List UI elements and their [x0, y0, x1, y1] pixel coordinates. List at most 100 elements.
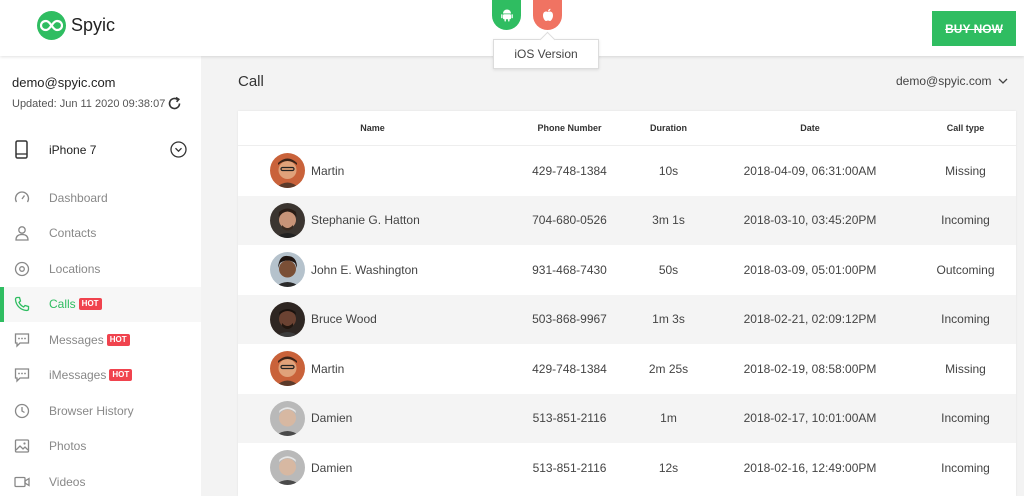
sidebar-item-dashboard[interactable]: Dashboard: [0, 180, 201, 216]
apple-icon: [542, 8, 553, 21]
clock-icon: [13, 402, 31, 420]
device-name: iPhone 7: [49, 143, 97, 157]
avatar: [270, 252, 305, 288]
phone-number: 513-851-2116: [532, 411, 607, 426]
avatar: [270, 351, 305, 387]
call-type: Incoming: [941, 312, 990, 327]
date: 2018-02-17, 10:01:00AM: [743, 411, 877, 426]
hot-badge: HOT: [106, 333, 130, 346]
sidebar-item-label: Calls: [49, 297, 76, 312]
column-header-name[interactable]: Name: [238, 123, 507, 133]
android-icon: [500, 9, 513, 21]
sidebar-item-label: Browser History: [49, 403, 134, 418]
column-header-call-type[interactable]: Call type: [915, 123, 1016, 133]
spyic-logo-icon: [37, 11, 66, 40]
duration: 12s: [658, 460, 679, 475]
phone-number: 513-851-2116: [532, 460, 607, 475]
call-type: Incoming: [941, 213, 990, 228]
sidebar-item-calls[interactable]: Calls HOT: [0, 286, 201, 322]
column-header-phone[interactable]: Phone Number: [507, 123, 632, 133]
date: 2018-04-09, 06:31:00AM: [743, 163, 877, 178]
sidebar-item-label: Videos: [49, 474, 86, 489]
dashboard-icon: [13, 189, 31, 207]
table-row[interactable]: Martin 429-748-1384 10s 2018-04-09, 06:3…: [238, 146, 1016, 196]
date: 2018-02-21, 02:09:12PM: [743, 312, 877, 327]
sidebar-item-contacts[interactable]: Contacts: [0, 216, 201, 252]
app-name: Spyic: [71, 15, 116, 35]
sidebar-item-label: Locations: [49, 261, 101, 276]
contact-name: John E. Washington: [311, 262, 418, 277]
name-cell: Damien: [238, 450, 507, 486]
duration: 1m 3s: [652, 312, 685, 327]
sidebar-item-locations[interactable]: Locations: [0, 251, 201, 287]
date: 2018-02-19, 08:58:00PM: [743, 361, 877, 376]
refresh-icon[interactable]: [167, 96, 182, 111]
sidebar-item-browser-history[interactable]: Browser History: [0, 393, 201, 429]
duration: 10s: [658, 163, 679, 178]
call-type: Missing: [945, 163, 986, 178]
sidebar-item-imessages[interactable]: iMessages HOT: [0, 358, 201, 394]
table-row[interactable]: Stephanie G. Hatton 704-680-0526 3m 1s 2…: [238, 195, 1016, 245]
account-email: demo@spyic.com: [12, 75, 116, 90]
name-cell: Bruce Wood: [238, 301, 507, 337]
phone-number: 704-680-0526: [532, 213, 607, 228]
phone-icon: [13, 295, 31, 313]
chevron-down-icon[interactable]: [170, 141, 187, 158]
avatar: [270, 301, 305, 337]
phone-number: 503-868-9967: [532, 312, 607, 327]
table-row[interactable]: Bruce Wood 503-868-9967 1m 3s 2018-02-21…: [238, 294, 1016, 344]
photo-icon: [13, 437, 31, 455]
contact-name: Damien: [311, 411, 353, 426]
phone-number: 429-748-1384: [532, 361, 607, 376]
message-icon: [13, 331, 31, 349]
table-row[interactable]: Martin 429-748-1384 2m 25s 2018-02-19, 0…: [238, 344, 1016, 394]
android-version-tab[interactable]: [492, 0, 521, 30]
account-menu[interactable]: demo@spyic.com: [896, 74, 1008, 88]
name-cell: Martin: [238, 351, 507, 387]
sidebar-item-label: Photos: [49, 439, 87, 454]
date: 2018-03-10, 03:45:20PM: [743, 213, 877, 228]
duration: 3m 1s: [652, 213, 685, 228]
call-type: Outcoming: [936, 262, 995, 277]
contact-name: Stephanie G. Hatton: [311, 213, 420, 228]
sidebar-item-videos[interactable]: Videos: [0, 464, 201, 496]
imessage-icon: [13, 366, 31, 384]
sidebar-item-messages[interactable]: Messages HOT: [0, 322, 201, 358]
name-cell: Martin: [238, 153, 507, 189]
chevron-down-icon: [998, 78, 1008, 84]
contacts-icon: [13, 224, 31, 242]
buy-now-button[interactable]: BUY NOW: [932, 11, 1016, 46]
hot-badge: HOT: [78, 298, 102, 311]
avatar: [270, 400, 305, 436]
duration: 1m: [660, 411, 677, 426]
duration: 2m 25s: [648, 361, 689, 376]
table-row[interactable]: Damien 513-851-2116 12s 2018-02-16, 12:4…: [238, 443, 1016, 493]
avatar: [270, 450, 305, 486]
video-icon: [13, 473, 31, 491]
last-updated: Updated: Jun 11 2020 09:38:07: [12, 98, 166, 110]
sidebar-item-photos[interactable]: Photos: [0, 429, 201, 465]
call-log-table: Name Phone Number Duration Date Call typ…: [238, 111, 1016, 496]
logo[interactable]: Spyic: [37, 11, 115, 40]
phone-number: 429-748-1384: [532, 163, 607, 178]
ios-version-tab[interactable]: [533, 0, 562, 30]
hot-badge: HOT: [109, 369, 133, 382]
column-header-duration[interactable]: Duration: [632, 123, 705, 133]
device-selector[interactable]: iPhone 7: [0, 130, 201, 180]
name-cell: Damien: [238, 400, 507, 436]
sidebar-item-label: Messages: [49, 332, 104, 347]
phone-number: 931-468-7430: [532, 262, 607, 277]
call-type: Incoming: [941, 411, 990, 426]
date: 2018-03-09, 05:01:00PM: [743, 262, 877, 277]
column-header-date[interactable]: Date: [705, 123, 915, 133]
sidebar: demo@spyic.com Updated: Jun 11 2020 09:3…: [0, 56, 201, 496]
sidebar-menu: Dashboard Contacts Locations Calls HOT M…: [0, 180, 201, 496]
table-row[interactable]: Damien 513-851-2116 1m 2018-02-17, 10:01…: [238, 393, 1016, 443]
sidebar-item-label: Dashboard: [49, 190, 108, 205]
os-version-tooltip: iOS Version: [493, 39, 599, 69]
table-row[interactable]: John E. Washington 931-468-7430 50s 2018…: [238, 245, 1016, 295]
location-icon: [13, 260, 31, 278]
date: 2018-02-16, 12:49:00PM: [743, 460, 877, 475]
contact-name: Damien: [311, 460, 353, 475]
avatar: [270, 153, 305, 189]
